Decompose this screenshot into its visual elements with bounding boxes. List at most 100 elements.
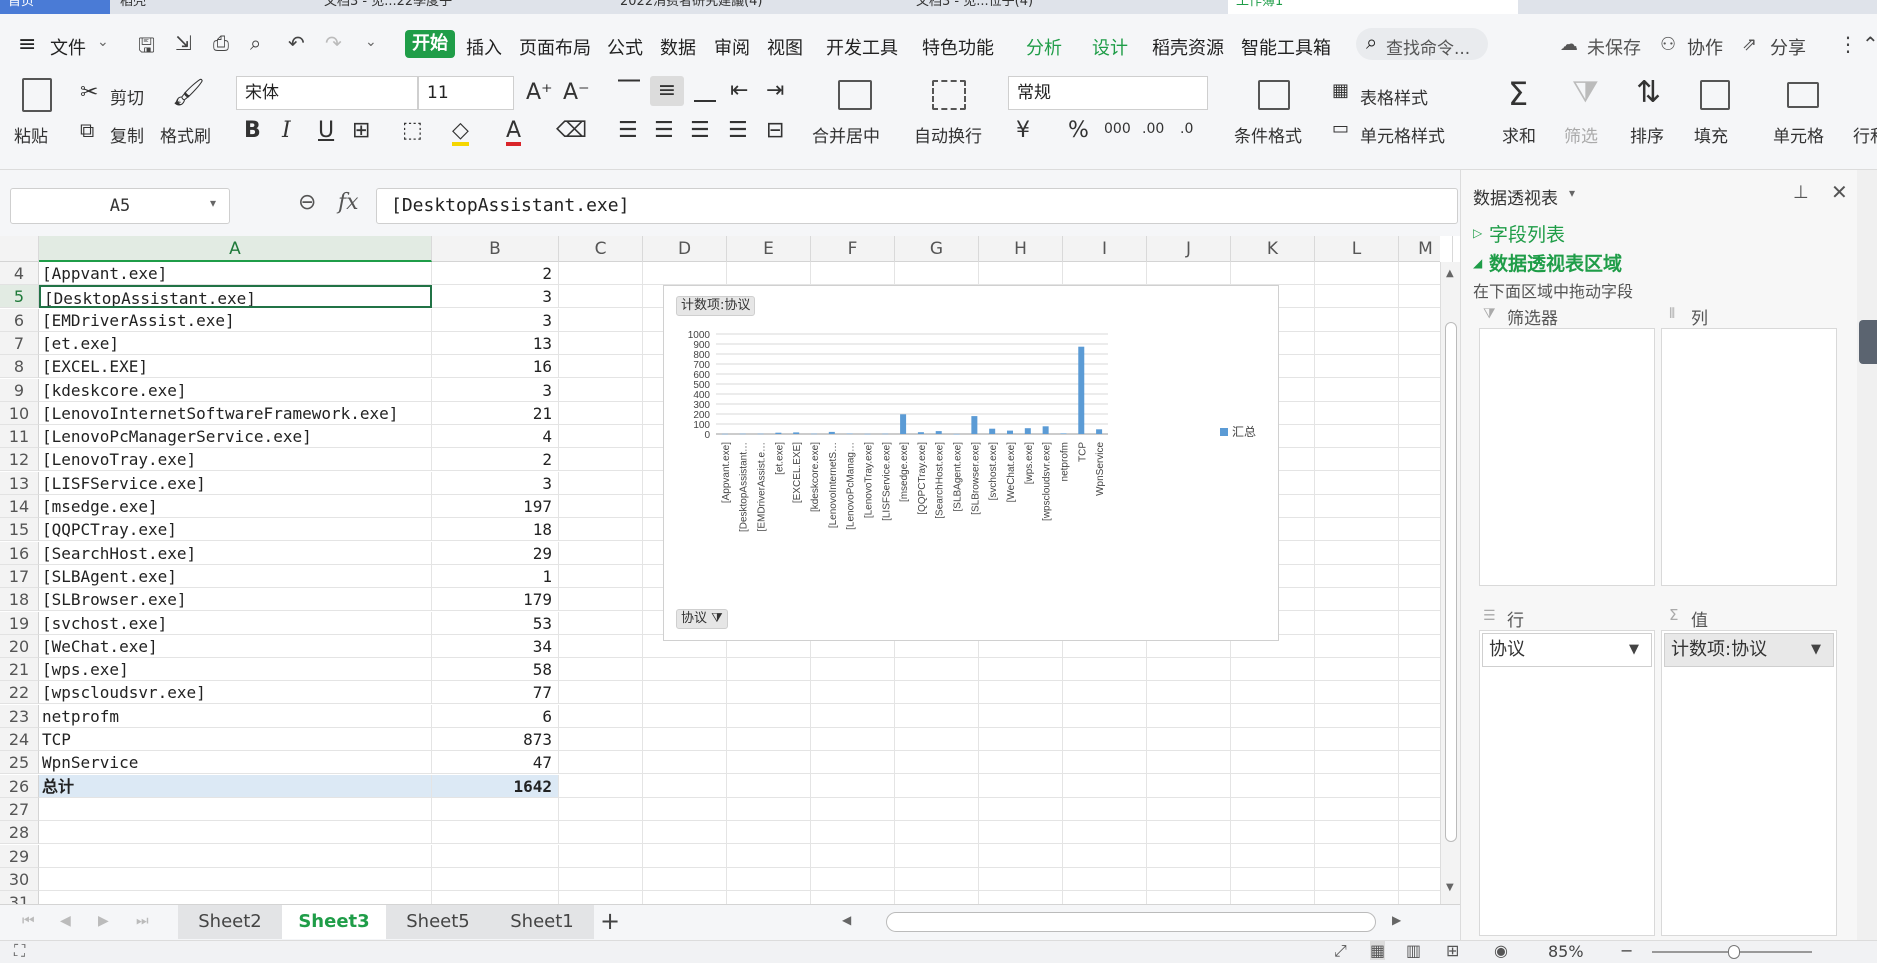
bold-icon[interactable]: B [244,120,261,142]
scroll-left-icon[interactable]: ◀ [842,913,851,927]
close-icon[interactable]: ✕ [1831,180,1848,204]
column-header-c[interactable]: C [559,236,643,262]
column-header-b[interactable]: B [432,236,559,262]
cell-a[interactable] [39,797,432,821]
column-header-g[interactable]: G [895,236,979,262]
row-header[interactable]: 24 [0,728,39,751]
cell-a[interactable]: [SearchHost.exe] [39,541,432,565]
hamburger-icon[interactable]: ≡ [18,32,36,57]
cell-style-button[interactable]: 单元格样式 [1360,122,1445,147]
cell-a[interactable]: [wps.exe] [39,658,432,682]
filter-button[interactable]: 筛选 [1564,122,1598,147]
doc-tab-doc3b[interactable]: 文档3 - 见...位子(4) [908,0,1198,14]
cell-b[interactable]: 2 [432,262,559,285]
zoom-out-icon[interactable]: − [1620,941,1633,960]
bar-19[interactable] [1060,433,1067,434]
align-top-icon[interactable]: ⎺ [618,80,640,102]
font-color-icon[interactable]: A [506,120,522,146]
scroll-down-icon[interactable]: ▼ [1446,882,1454,893]
export-icon[interactable]: ⇲ [175,31,192,55]
print-preview-icon[interactable]: ⌕ [250,31,261,55]
row-header[interactable]: 19 [0,611,39,635]
cell-b[interactable] [432,867,559,891]
menu-analyze[interactable]: 分析 [1026,34,1062,60]
search-command[interactable]: ⌕ 查找命令... [1356,28,1488,60]
row-header[interactable]: 10 [0,401,39,425]
currency-icon[interactable]: ¥ [1016,120,1030,142]
bar-5[interactable] [811,433,817,435]
row-header[interactable]: 21 [0,658,39,682]
page-break-view-icon[interactable]: ⊞ [1446,941,1459,960]
bar-14[interactable] [971,416,978,434]
cell-b[interactable] [432,844,559,868]
cell-b[interactable]: 29 [432,541,559,565]
column-header-e[interactable]: E [727,236,811,262]
add-sheet-icon[interactable]: + [600,907,620,935]
bar-2[interactable] [757,433,764,435]
row-header[interactable]: 27 [0,797,39,821]
page-layout-view-icon[interactable]: ▥ [1406,941,1421,960]
row-header[interactable]: 22 [0,681,39,705]
conditional-format-icon[interactable] [1258,80,1290,110]
cell-a[interactable]: [EXCEL.EXE] [39,355,432,379]
row-header[interactable]: 8 [0,355,39,379]
cell-a[interactable]: [LenovoInternetSoftwareFramework.exe] [39,401,432,425]
justify-icon[interactable]: ☰ [728,120,748,142]
menu-smart-toolbox[interactable]: 智能工具箱 [1241,34,1331,60]
cell-b[interactable]: 197 [432,495,559,518]
cell-b[interactable]: 53 [432,611,559,635]
bar-15[interactable] [989,428,996,434]
row-header[interactable]: 11 [0,425,39,449]
merge-icon[interactable] [838,80,872,110]
sheet-tab-sheet1[interactable]: Sheet1 [490,905,594,939]
macro-icon[interactable]: ⛶ [14,941,25,961]
first-sheet-icon[interactable]: ⏮ [22,913,35,929]
cell-b[interactable]: 3 [432,308,559,332]
menu-data[interactable]: 数据 [660,34,696,60]
cell-a[interactable]: TCP [39,728,432,751]
table-row[interactable] [559,821,1440,845]
cell-a[interactable]: [msedge.exe] [39,495,432,518]
row-header[interactable]: 15 [0,518,39,542]
selected-cell-a5[interactable]: [DesktopAssistant.exe] [39,285,432,309]
bar-0[interactable] [721,433,728,435]
doc-tab-docer[interactable]: 稻壳 [112,0,312,14]
align-right-icon[interactable]: ☰ [690,120,710,142]
field-list-toggle[interactable]: 字段列表 [1489,220,1565,247]
doc-tab-home[interactable]: 首页 [0,0,110,14]
row-header[interactable]: 30 [0,867,39,891]
cell-a[interactable]: [SLBAgent.exe] [39,564,432,588]
horizontal-scroll-thumb[interactable] [886,912,1376,932]
cell-b[interactable]: 3 [432,471,559,495]
customize-chevron-icon[interactable]: ⌄ [365,34,377,50]
cell-a[interactable]: [WeChat.exe] [39,634,432,658]
area-expander-icon[interactable]: ◢ [1473,256,1482,270]
decrease-decimal-icon[interactable]: .0 [1180,122,1193,136]
fill-color-icon[interactable]: ◇ [452,120,469,146]
cell-a[interactable]: WpnService [39,751,432,775]
bar-3[interactable] [775,432,782,434]
vertical-scroll-thumb[interactable] [1445,322,1457,842]
pivot-chart[interactable]: 计数项:协议 0 100 200 300 400 500 600 700 800 900 1000[… [663,285,1279,641]
pane-menu-chevron-icon[interactable]: ▾ [1569,186,1575,200]
menu-insert[interactable]: 插入 [466,34,502,60]
fx-icon[interactable]: fx [338,190,359,215]
increase-decimal-icon[interactable]: .00 [1142,122,1164,136]
bar-9[interactable] [882,433,889,435]
cell-a[interactable]: netprofm [39,704,432,728]
pivot-area-heading[interactable]: 数据透视表区域 [1489,249,1622,276]
indent-increase-icon[interactable]: ⇥ [766,80,784,102]
scissors-icon[interactable]: ✂ [80,82,98,104]
row-header[interactable]: 13 [0,471,39,495]
redo-icon[interactable]: ↷ [325,31,342,55]
row-field-dropdown[interactable]: 协议 ▼ [1482,633,1652,667]
pin-icon[interactable]: ⊥ [1793,182,1809,203]
sheet-tab-sheet3[interactable]: Sheet3 [282,905,386,939]
row-header[interactable]: 14 [0,495,39,518]
copy-icon[interactable]: ⧉ [80,120,94,140]
sum-button[interactable]: 求和 [1502,122,1536,147]
cell-a[interactable]: 总计 [39,774,432,798]
cell-a[interactable] [39,844,432,868]
table-row[interactable] [559,681,1440,705]
eye-protect-icon[interactable]: ◉ [1494,941,1508,960]
